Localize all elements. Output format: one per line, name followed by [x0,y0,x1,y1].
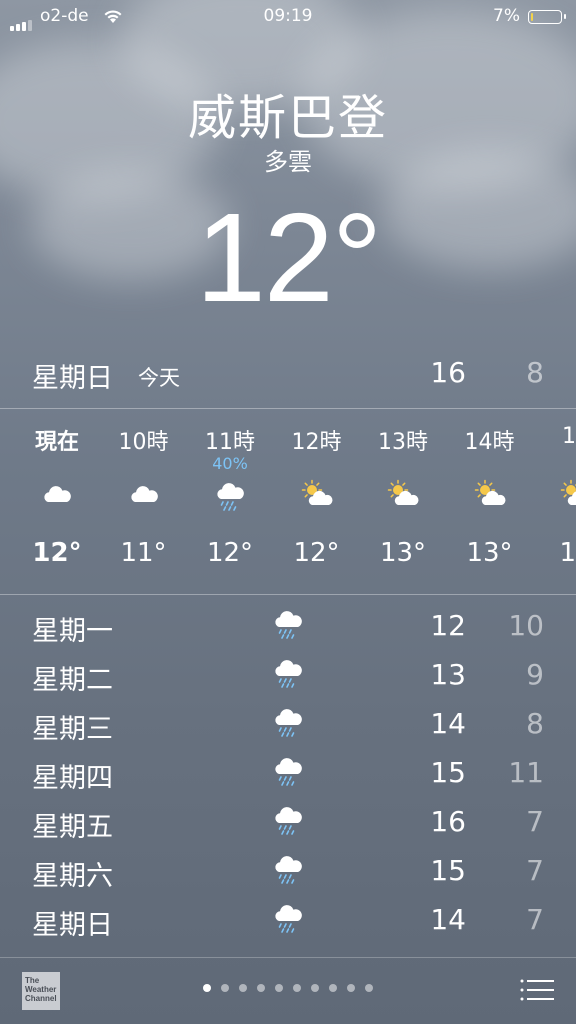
hourly-temp: 13° [466,538,513,568]
clock-time: 09:19 [263,6,313,26]
hourly-item: 10時 11° [104,410,184,594]
today-label: 今天 [138,366,180,390]
day-high-temp: 16 [430,805,466,838]
page-indicator[interactable] [0,984,576,992]
page-dot[interactable] [329,984,337,992]
hourly-time: 10時 [118,430,169,455]
today-low-temp: 8 [526,356,544,389]
page-dot[interactable] [293,984,301,992]
hourly-temp: 11° [120,538,167,568]
day-low-temp: 7 [526,903,544,936]
logo-text-line: Channel [25,994,57,1003]
daily-row: 星期日 14 7 [0,896,576,945]
city-name: 威斯巴登 [187,90,388,146]
daily-row: 星期一 12 10 [0,602,576,651]
cloud-icon [130,486,158,502]
hourly-time: 12時 [291,430,342,455]
hourly-time: 13時 [378,430,428,455]
day-low-temp: 7 [526,805,544,838]
day-low-temp: 7 [526,854,544,887]
page-dot[interactable] [275,984,283,992]
hourly-time: 15 [562,424,576,449]
day-low-temp: 8 [526,707,544,740]
day-low-temp: 10 [508,609,544,642]
daily-row: 星期四 15 11 [0,749,576,798]
rain-cloud-icon [275,758,302,786]
precipitation-chance: 40% [212,454,248,473]
partly-sunny-icon [301,479,332,505]
today-day-name: 星期日 [32,363,113,394]
day-high-temp: 14 [430,903,466,936]
daily-forecast[interactable]: 星期一 12 10 星期二 13 9 星期三 14 8 星期四 15 11 星期五 16 7 星期六 15 7 星期… [0,602,576,957]
page-dot[interactable] [311,984,319,992]
day-high-temp: 13 [430,658,466,691]
city-list-icon[interactable] [520,978,554,1002]
page-dot[interactable] [203,984,211,992]
rain-cloud-icon [275,807,302,835]
daily-row: 星期三 14 8 [0,700,576,749]
hourly-item: 1514 [536,410,576,594]
rain-cloud-icon [275,856,302,884]
hourly-time: 11時 [205,430,255,455]
hourly-item: 12時 12° [277,410,357,594]
divider [0,408,576,409]
hourly-temp: 12° [293,538,340,568]
bottom-toolbar: The Weather Channel [0,958,576,1024]
rain-cloud-icon [217,483,244,511]
today-high-temp: 16 [430,356,466,389]
daily-row: 星期二 13 9 [0,651,576,700]
hourly-item: 14時 13° [450,410,530,594]
hourly-temp: 14 [559,538,576,568]
page-dot[interactable] [221,984,229,992]
hourly-temp: 12° [32,538,82,568]
hourly-temp: 13° [379,538,427,568]
hourly-forecast[interactable]: 現在 12° 10時 11° 11時40% 12° 12時 12° 13時 13° 14時 13° 15… [0,410,576,594]
status-bar: o2-de 09:19 7% [0,0,576,34]
today-summary: 星期日 今天 16 8 [0,350,576,396]
page-dot[interactable] [257,984,265,992]
divider [0,594,576,595]
partly-sunny-icon [560,479,576,505]
hourly-time: 14時 [464,430,515,455]
current-temperature: 12° [195,187,383,328]
page-dot[interactable] [347,984,355,992]
day-low-temp: 11 [508,756,544,789]
hourly-temp: 12° [206,538,254,568]
battery-icon [528,10,566,24]
rain-cloud-icon [275,611,302,639]
rain-cloud-icon [275,709,302,737]
daily-row: 星期五 16 7 [0,798,576,847]
partly-sunny-icon [474,479,505,505]
day-high-temp: 12 [430,609,466,642]
partly-sunny-icon [387,479,419,505]
day-name: 星期日 [32,910,113,941]
day-name: 星期一 [32,616,113,647]
day-low-temp: 9 [526,658,544,691]
hourly-item: 11時 40% 12° [190,410,270,594]
hourly-item: 現在 12° [17,410,97,594]
battery-percentage: 7% [493,6,520,26]
day-high-temp: 15 [430,854,466,887]
page-dot[interactable] [365,984,373,992]
day-name: 星期六 [32,861,113,892]
hourly-time: 現在 [34,430,79,455]
page-dot[interactable] [239,984,247,992]
day-name: 星期四 [32,763,113,794]
day-name: 星期五 [32,812,113,843]
day-name: 星期二 [32,665,113,696]
current-condition: 多雲 [264,148,312,176]
daily-row: 星期六 15 7 [0,847,576,896]
day-name: 星期三 [32,714,113,745]
cloud-icon [44,486,71,502]
day-high-temp: 14 [430,707,466,740]
hourly-item: 13時 13° [363,410,443,594]
rain-cloud-icon [275,660,302,688]
day-high-temp: 15 [430,756,466,789]
rain-cloud-icon [275,905,302,933]
